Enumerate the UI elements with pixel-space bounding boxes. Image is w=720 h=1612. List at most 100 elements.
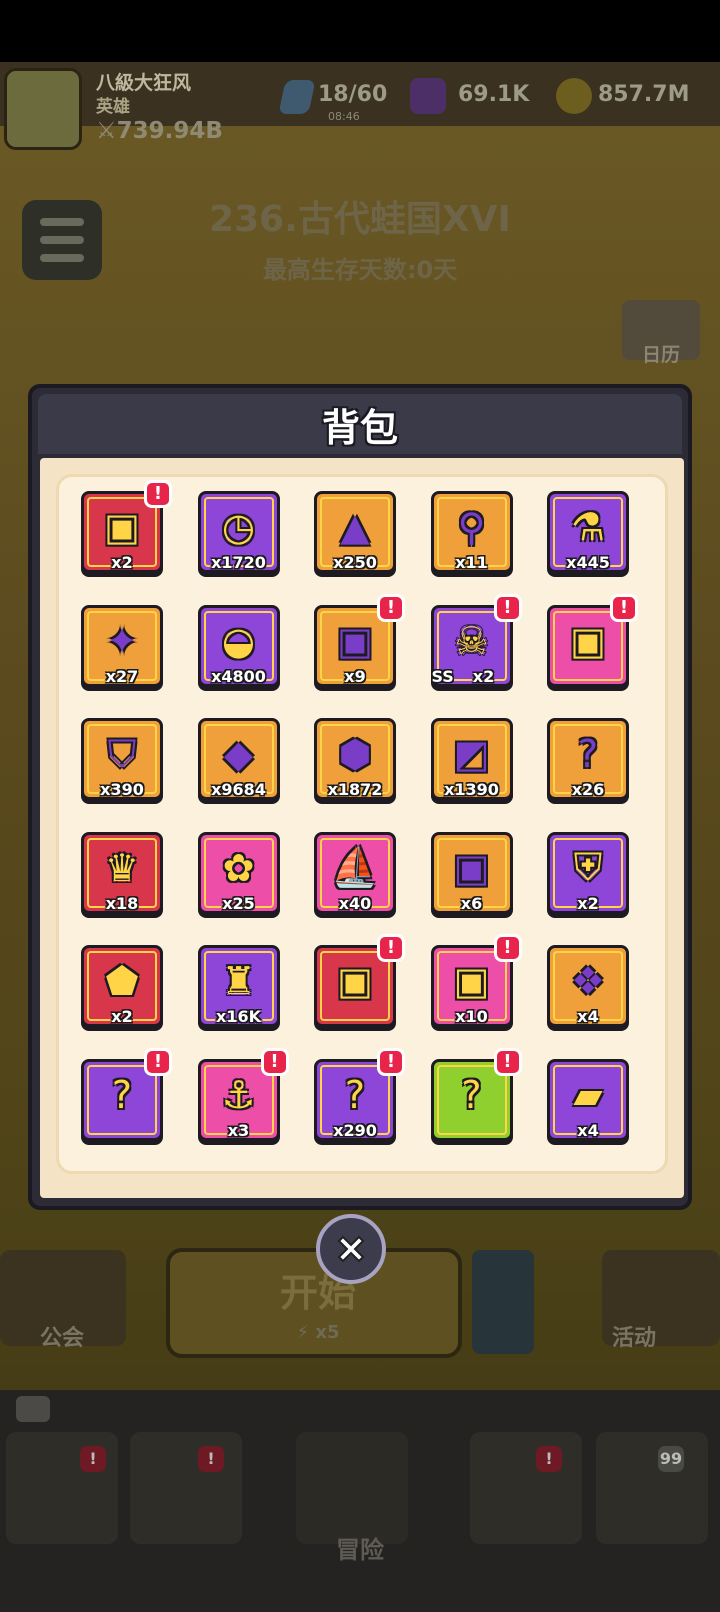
item-count: x25 <box>222 893 255 913</box>
item-count: x26 <box>571 780 605 799</box>
dialog-body: ▣ x2! ◷ x1720 ▲ x250 ⚲ x11 ⚗ x445 ✦ x27 ◒ x4800 ▣ x9! ☠ x… <box>40 458 684 1198</box>
start-label: 开始 <box>279 1271 356 1315</box>
item-count: x4 <box>577 1120 599 1140</box>
adventure-label: 冒险 <box>336 1536 384 1564</box>
inventory-slot[interactable]: ▣! <box>547 593 638 687</box>
energy-small-icon: ⚡ <box>296 1322 310 1343</box>
inventory-slot[interactable]: ▣ x9! <box>314 593 405 687</box>
coin-counter[interactable]: 857.7M <box>598 82 689 107</box>
alert-badge: ! <box>610 593 638 622</box>
energy-counter[interactable]: 18/60 <box>318 82 387 107</box>
nav-equipment[interactable] <box>130 1432 242 1544</box>
alert-badge: ! <box>144 1047 172 1076</box>
inventory-slot[interactable]: ☠ x2 SS! <box>430 593 522 687</box>
inventory-slot[interactable]: ▰ x4 <box>547 1058 629 1141</box>
item-count: x390 <box>100 780 144 799</box>
close-icon <box>337 1235 365 1263</box>
mail-count-badge: 99 <box>658 1446 684 1472</box>
item-count: x1390 <box>444 780 499 799</box>
nav-vault[interactable] <box>596 1432 708 1544</box>
item-count: x18 <box>105 893 139 913</box>
wizard-hat-icon: ▲ <box>340 505 370 549</box>
stopwatch-icon: ◷ <box>221 505 256 549</box>
item-count: x4 <box>577 1007 599 1026</box>
player-rank: 英雄 <box>96 97 130 117</box>
alert-badge: ! <box>493 593 522 622</box>
inventory-slot[interactable]: ⛵ x40 <box>314 831 396 914</box>
player-avatar[interactable] <box>4 68 82 150</box>
dialog-title: 背包 <box>321 405 398 450</box>
inventory-slot[interactable]: ?! <box>81 1047 172 1141</box>
green-crystal-icon: ⬢ <box>338 732 372 776</box>
inventory-slot[interactable]: ⚲ x11 <box>430 491 513 573</box>
gem-counter[interactable]: 69.1K <box>458 82 529 107</box>
potion-flask-icon: ⚗ <box>570 505 606 549</box>
item-count: x6 <box>460 893 483 913</box>
inventory-slot[interactable]: ◒ x4800 <box>197 604 280 687</box>
inventory-slot[interactable]: ⚓ x3! <box>197 1047 289 1141</box>
inventory-slot[interactable]: ? x26 <box>547 718 629 800</box>
inventory-slot[interactable]: ⬟ x2 <box>81 945 163 1027</box>
alert-badge: ! <box>377 593 405 622</box>
item-count: x445 <box>566 553 610 572</box>
nav-adventure[interactable] <box>296 1432 408 1544</box>
ticket-icon: ◩ <box>453 732 490 776</box>
inventory-slot[interactable]: ♛ x18 <box>81 831 163 914</box>
player-name: 八級大狂风 <box>96 72 192 94</box>
inventory-slot[interactable]: ▣! <box>314 934 405 1027</box>
item-count: x2 <box>472 666 495 686</box>
close-button[interactable] <box>316 1214 386 1284</box>
inventory-slot[interactable]: ❖ x4 <box>547 945 629 1027</box>
inventory-slot[interactable]: ⛉ x390 <box>81 718 163 800</box>
power-value: ⚔739.94B <box>96 118 223 144</box>
magnifying-key-icon: ⚲ <box>457 505 486 549</box>
inventory-slot[interactable]: ✦ x27 <box>81 604 163 687</box>
paw-medal-icon: ◆ <box>223 732 254 776</box>
start-cost: ⚡ x5 <box>296 1322 340 1343</box>
ticket-card-icon: ▰ <box>573 1072 603 1117</box>
item-count: x4800 <box>211 666 266 686</box>
start-button[interactable]: 开始 ⚡ x5 <box>166 1248 462 1358</box>
alert-badge: ! <box>493 934 522 962</box>
inventory-slot[interactable]: ◆ x9684 <box>197 718 280 800</box>
nav-upgrade[interactable] <box>470 1432 582 1544</box>
star-key-icon: ✦ <box>106 618 138 663</box>
pirate-ship-icon: ⛵ <box>331 845 379 889</box>
item-count: x2 <box>577 893 599 913</box>
item-count: x290 <box>333 1120 377 1140</box>
alert-badge: ! <box>377 1047 405 1076</box>
inventory-slot[interactable]: ▣ x2! <box>81 480 172 573</box>
inventory-slot[interactable]: ▲ x250 <box>314 491 396 573</box>
power-icon: ⚔ <box>96 118 117 144</box>
item-count: x250 <box>333 553 377 572</box>
inventory-slot[interactable]: ✿ x25 <box>197 831 280 914</box>
stage-title: 236.古代蛙国XVI <box>209 199 511 240</box>
inventory-slot[interactable]: ▣ x10! <box>430 934 522 1027</box>
dialog-header: 背包 <box>38 394 682 454</box>
inventory-slot[interactable]: ⚗ x445 <box>547 491 629 573</box>
inventory-slot[interactable]: ⬢ x1872 <box>314 718 396 800</box>
item-count: x9684 <box>211 780 266 799</box>
item-count: x40 <box>338 893 372 913</box>
item-count: x10 <box>455 1007 488 1026</box>
inventory-slot[interactable]: ◷ x1720 <box>197 491 280 573</box>
inventory-slot[interactable]: ?! <box>430 1047 522 1141</box>
shield-badge-icon: ⛉ <box>107 731 137 776</box>
gem-icon <box>410 78 446 114</box>
inventory-slot[interactable]: ♜ x16K <box>197 945 280 1027</box>
capybara-button[interactable] <box>472 1250 534 1354</box>
green-gem-chest-icon: ▣ <box>453 845 490 890</box>
backpack-dialog: 背包 ▣ x2! ◷ x1720 ▲ x250 ⚲ x11 ⚗ x445 ✦ x27 ◒ x4800 ▣ x9… <box>28 384 692 1210</box>
inventory-slot[interactable]: ? x290! <box>314 1047 405 1141</box>
inventory-slot[interactable]: ⛨ x2 <box>547 831 629 914</box>
guild-label: 公会 <box>40 1326 85 1351</box>
inventory-slot[interactable]: ▣ x6 <box>430 831 513 914</box>
coin-icon <box>556 78 592 114</box>
item-count: x3 <box>227 1120 250 1140</box>
dragon-pet-icon: ✿ <box>222 845 255 890</box>
nav-upgrade-badge: ! <box>536 1446 562 1472</box>
inventory-slot[interactable]: ◩ x1390 <box>430 718 513 800</box>
cow-pet-icon: ❖ <box>570 959 606 1003</box>
alert-badge: ! <box>377 934 405 962</box>
chat-icon[interactable] <box>16 1396 50 1422</box>
